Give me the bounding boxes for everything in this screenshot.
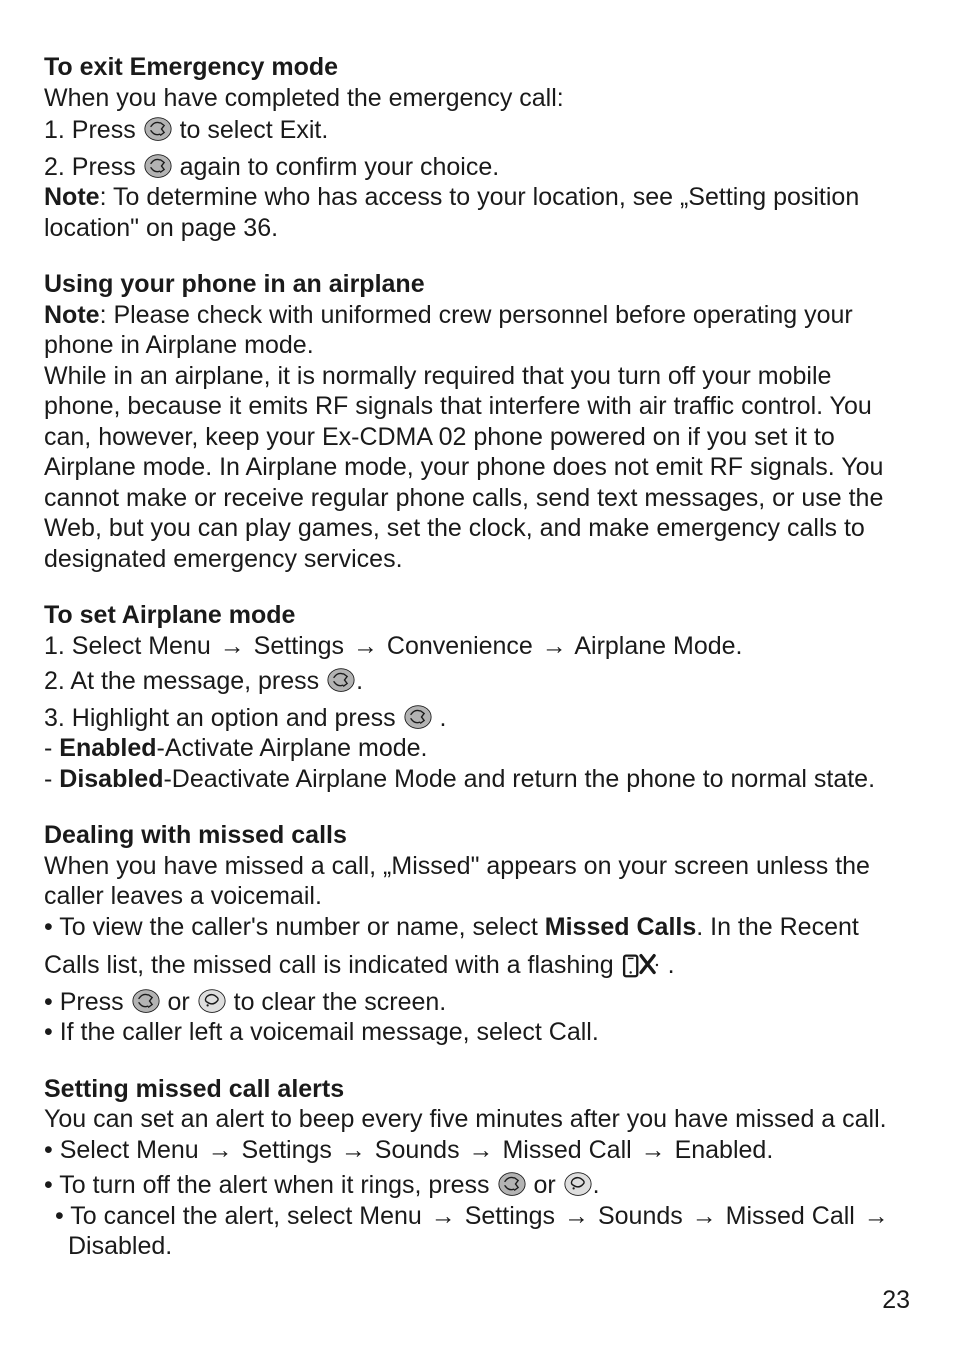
text: . xyxy=(593,1171,600,1199)
ok-button-icon xyxy=(144,152,172,180)
text: Missed Call xyxy=(719,1202,862,1230)
text: 3. Highlight an option and press xyxy=(44,704,403,732)
text: • To turn off the alert when it rings, p… xyxy=(44,1171,497,1199)
body-text: You can set an alert to beep every five … xyxy=(44,1104,910,1135)
text: or xyxy=(161,988,197,1016)
step-line: 2. Press again to confirm your choice. xyxy=(44,152,910,183)
body-text: When you have missed a call, „Missed" ap… xyxy=(44,851,910,912)
arrow-icon: → xyxy=(639,1136,668,1164)
text: Sounds xyxy=(591,1202,690,1230)
text: : Please check with uniformed crew perso… xyxy=(44,301,853,360)
arrow-icon: → xyxy=(339,1136,368,1164)
text: Sounds xyxy=(368,1136,467,1164)
ok-button-icon xyxy=(404,703,432,731)
text: 2. Press xyxy=(44,153,143,181)
text: Settings xyxy=(458,1202,562,1230)
text: Airplane Mode. xyxy=(569,632,743,660)
ok-button-icon xyxy=(327,666,355,694)
text: . In the Recent xyxy=(696,913,859,941)
text: 2. At the message, press xyxy=(44,667,326,695)
arrow-icon: → xyxy=(862,1202,891,1230)
heading-missed-calls: Dealing with missed calls xyxy=(44,820,910,851)
ok-button-icon xyxy=(498,1170,526,1198)
text: Calls list, the missed call is indicated… xyxy=(44,951,621,979)
ok-button-icon xyxy=(132,987,160,1015)
bullet-line: • To cancel the alert, select Menu → Set… xyxy=(44,1201,910,1262)
text: : To determine who has access to your lo… xyxy=(44,183,859,242)
text: • Select Menu xyxy=(44,1136,206,1164)
text: again to confirm your choice. xyxy=(173,153,500,181)
body-text: When you have completed the emergency ca… xyxy=(44,83,910,114)
bullet-line: • To view the caller's number or name, s… xyxy=(44,912,910,943)
end-button-icon xyxy=(564,1170,592,1198)
text: Settings xyxy=(235,1136,339,1164)
arrow-icon: → xyxy=(429,1202,458,1230)
text: 1. Select Menu xyxy=(44,632,218,660)
bullet-line: • To turn off the alert when it rings, p… xyxy=(44,1170,910,1201)
note-label: Note xyxy=(44,183,100,211)
arrow-icon: → xyxy=(467,1136,496,1164)
text: • To view the caller's number or name, s… xyxy=(44,913,545,941)
text: -Deactivate Airplane Mode and return the… xyxy=(163,765,875,793)
text: or xyxy=(527,1171,563,1199)
text: • Press xyxy=(44,988,131,1016)
step-line: 1. Press to select Exit. xyxy=(44,115,910,146)
note-line: Note: To determine who has access to you… xyxy=(44,182,910,243)
note-label: Note xyxy=(44,301,100,329)
bullet-line: • If the caller left a voicemail message… xyxy=(44,1017,910,1048)
heading-airplane: Using your phone in an airplane xyxy=(44,269,910,300)
arrow-icon: → xyxy=(218,632,247,660)
option-label: Disabled xyxy=(59,765,163,793)
text: 1. Press xyxy=(44,116,143,144)
arrow-icon: → xyxy=(540,632,569,660)
step-line: 2. At the message, press . xyxy=(44,666,910,697)
arrow-icon: → xyxy=(351,632,380,660)
ok-button-icon xyxy=(144,115,172,143)
manual-page: To exit Emergency mode When you have com… xyxy=(0,0,954,1345)
option-line: - Enabled-Activate Airplane mode. xyxy=(44,733,910,764)
bullet-line: • Press or to clear the screen. xyxy=(44,987,910,1018)
arrow-icon: → xyxy=(562,1202,591,1230)
heading-exit-emergency: To exit Emergency mode xyxy=(44,52,910,83)
text: Enabled. xyxy=(668,1136,774,1164)
text: • To cancel the alert, select Menu xyxy=(55,1202,429,1230)
arrow-icon: → xyxy=(206,1136,235,1164)
text: Missed Call xyxy=(496,1136,639,1164)
page-number: 23 xyxy=(882,1285,910,1316)
text: Convenience xyxy=(380,632,540,660)
text: Settings xyxy=(247,632,351,660)
option-line: - Disabled-Deactivate Airplane Mode and … xyxy=(44,764,910,795)
bullet-cont: Calls list, the missed call is indicated… xyxy=(44,950,910,981)
missed-call-icon xyxy=(621,950,661,980)
heading-set-airplane: To set Airplane mode xyxy=(44,600,910,631)
text: -Activate Airplane mode. xyxy=(157,734,428,762)
option-label: Enabled xyxy=(59,734,156,762)
text-bold: Missed Calls xyxy=(545,913,696,941)
text: . xyxy=(668,951,675,979)
text: to clear the screen. xyxy=(227,988,447,1016)
step-line: 3. Highlight an option and press . xyxy=(44,703,910,734)
text: . xyxy=(440,704,447,732)
body-text: While in an airplane, it is normally req… xyxy=(44,361,910,575)
step-line: 1. Select Menu → Settings → Convenience … xyxy=(44,631,910,662)
note-line: Note: Please check with uniformed crew p… xyxy=(44,300,910,361)
text: Disabled. xyxy=(68,1232,172,1260)
bullet-line: • Select Menu → Settings → Sounds → Miss… xyxy=(44,1135,910,1166)
end-button-icon xyxy=(198,987,226,1015)
text: to select Exit. xyxy=(173,116,329,144)
arrow-icon: → xyxy=(690,1202,719,1230)
heading-missed-alerts: Setting missed call alerts xyxy=(44,1074,910,1105)
text: . xyxy=(356,667,363,695)
